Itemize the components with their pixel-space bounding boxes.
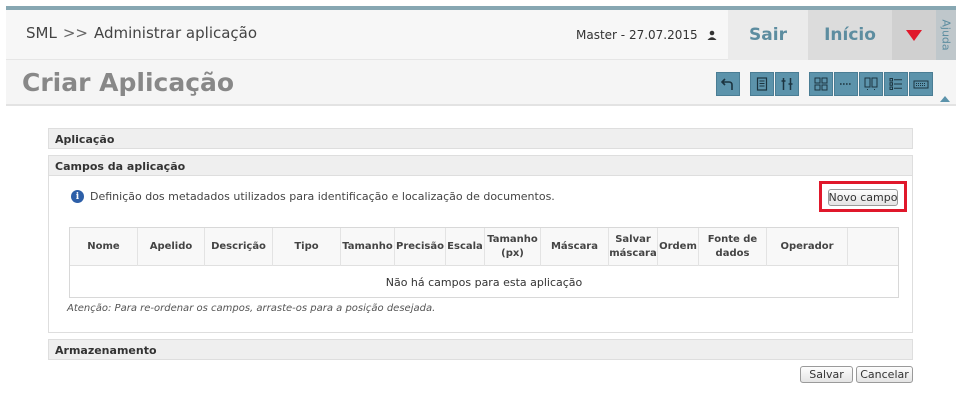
info-message: i Definição dos metadados utilizados par… [71,190,555,203]
ajuda-label: Ajuda [939,19,953,51]
columns-button[interactable] [859,72,883,96]
column-header[interactable]: Precisão [395,228,446,266]
section-campos[interactable]: Campos da aplicação [48,155,913,176]
novo-campo-highlight: Novo campo [819,181,907,212]
column-header[interactable]: Ordem [658,228,699,266]
breadcrumb-separator: >> [62,24,88,42]
tools-button[interactable] [775,72,799,96]
breadcrumb: SML >> Administrar aplicação [26,24,257,42]
column-header [848,228,898,266]
list-button[interactable] [884,72,908,96]
user-info: Master - 27.07.2015 [576,28,717,42]
inicio-button[interactable]: Início [808,10,892,60]
column-header[interactable]: Fonte de dados [699,228,767,266]
document-icon [756,77,768,91]
empty-message: Não há campos para esta aplicação [385,276,583,289]
grid-layout-icon [814,77,828,91]
novo-campo-button[interactable]: Novo campo [828,189,898,206]
back-button[interactable] [716,72,740,96]
tools-icon [781,78,793,90]
column-header[interactable]: Tamanho [341,228,395,266]
column-header[interactable]: Descrição [205,228,273,266]
info-text: Definição dos metadados utilizados para … [90,190,555,203]
collapse-arrow-icon[interactable] [940,96,950,102]
app-header: SML >> Administrar aplicação Master - 27.0… [6,10,956,60]
sair-button[interactable]: Sair [728,10,808,60]
campos-panel: i Definição dos metadados utilizados par… [48,176,913,333]
page-title: Criar Aplicação [22,68,235,97]
keyboard-button[interactable] [909,72,933,96]
section-aplicacao[interactable]: Aplicação [48,128,913,149]
list-icon [889,78,902,90]
breadcrumb-current: Administrar aplicação [93,24,258,42]
dotted-line-button[interactable] [834,72,858,96]
column-header[interactable]: Salvar máscara [609,228,658,266]
info-icon: i [71,190,84,203]
grid-layout-button[interactable] [809,72,833,96]
dotted-line-icon [840,83,852,85]
table-header: Nome Apelido Descrição Tipo Tamanho Prec… [70,228,898,266]
column-header[interactable]: Escala [446,228,485,266]
cancelar-button[interactable]: Cancelar [856,366,913,383]
user-label: Master - 27.07.2015 [576,28,698,42]
column-header[interactable]: Tipo [273,228,341,266]
triangle-down-icon [906,29,922,41]
column-header[interactable]: Nome [70,228,138,266]
column-header[interactable]: Tamanho (px) [485,228,541,266]
section-armazenamento[interactable]: Armazenamento [48,339,913,360]
menu-button[interactable] [892,10,936,60]
reorder-note: Atenção: Para re-ordenar os campos, arra… [67,303,436,314]
fields-table: Nome Apelido Descrição Tipo Tamanho Prec… [69,227,899,298]
user-icon[interactable] [707,30,717,40]
back-arrow-icon [721,78,733,90]
app-name[interactable]: SML [26,24,57,42]
salvar-button[interactable]: Salvar [800,366,853,383]
keyboard-icon [913,80,929,89]
column-header[interactable]: Apelido [138,228,205,266]
page-title-bar: Criar Aplicação [6,60,956,106]
ajuda-tab[interactable]: Ajuda [936,10,956,60]
column-header[interactable]: Operador [767,228,848,266]
document-button[interactable] [750,72,774,96]
column-header[interactable]: Máscara [541,228,609,266]
columns-icon [864,77,878,90]
